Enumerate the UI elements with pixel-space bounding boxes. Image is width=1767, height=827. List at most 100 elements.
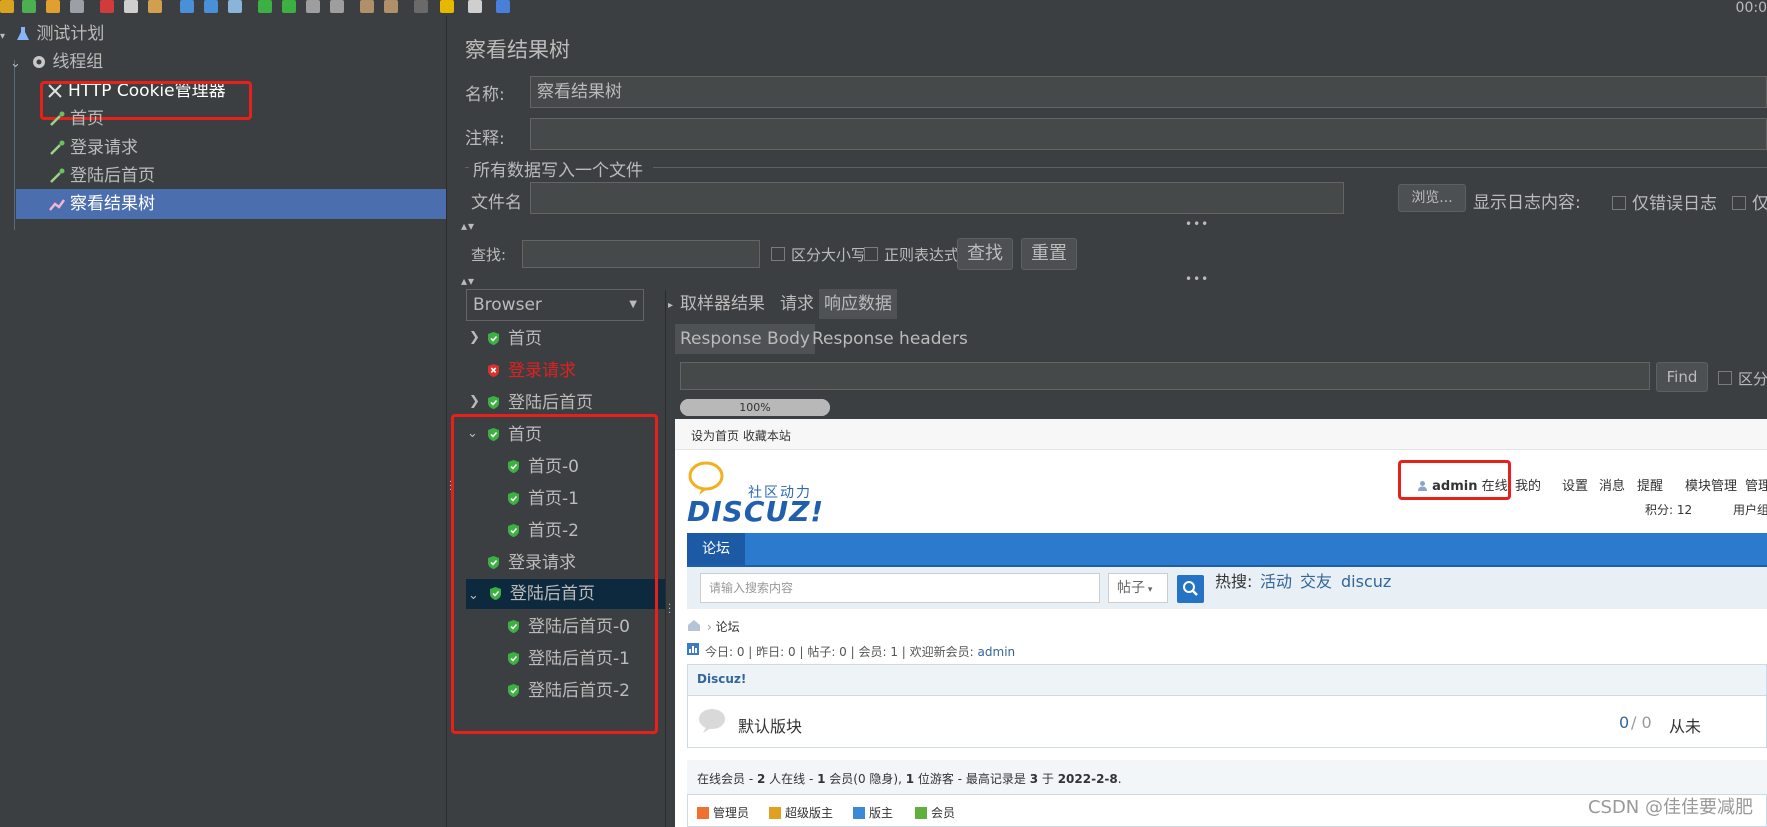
tab-request[interactable]: 请求 <box>775 289 819 319</box>
errors-only-checkbox[interactable]: 仅错误日志 <box>1612 189 1717 214</box>
highlight-box <box>1398 460 1511 500</box>
response-search-input[interactable] <box>680 362 1650 390</box>
checkbox-label: 区分大小写 <box>791 246 867 264</box>
cut-icon[interactable] <box>100 0 114 13</box>
paste-icon[interactable] <box>148 0 162 13</box>
tab-response-body[interactable]: Response Body <box>675 324 815 354</box>
user-menu-admin[interactable]: 管理 <box>1745 475 1767 494</box>
shutdown-icon[interactable] <box>330 0 344 13</box>
result-homepage[interactable]: 首页 <box>487 324 542 354</box>
user-menu-messages[interactable]: 消息 <box>1599 475 1625 494</box>
chevron-down-icon: ▼ <box>629 299 637 310</box>
user-group[interactable]: 用户组 <box>1733 501 1767 518</box>
search-button[interactable] <box>1177 575 1204 603</box>
regex-checkbox[interactable]: 正则表达式 <box>864 244 959 265</box>
search-type-select[interactable]: 帖子 ▾ <box>1108 573 1168 603</box>
tab-response-headers[interactable]: Response headers <box>807 324 973 354</box>
collapse-arrows-icon[interactable]: ▴▾ <box>461 219 475 233</box>
tree-item-label: 登陆后首页 <box>70 166 155 186</box>
response-case-checkbox[interactable]: 区分 <box>1718 368 1767 389</box>
collapse-arrows-icon[interactable]: ▴▾ <box>461 274 475 288</box>
checkbox-box <box>1612 196 1626 210</box>
user-menu-notifications[interactable]: 提醒 <box>1637 475 1663 494</box>
tab-scroll-arrow-icon[interactable]: ▸ <box>668 300 673 311</box>
tab-response-data[interactable]: 响应数据 <box>819 289 897 319</box>
stop-icon[interactable] <box>306 0 320 13</box>
highlight-box <box>451 414 658 734</box>
tab-sampler-result[interactable]: 取样器结果 <box>675 289 770 319</box>
breadcrumb-forum[interactable]: 论坛 <box>716 620 740 634</box>
checkbox-box <box>771 247 785 261</box>
legend-mod: 版主 <box>853 804 893 821</box>
rendered-web-page: 设为首页 收藏本站 社区动力 DISCUZ! admin 在线 我的 设置 消息… <box>675 419 1767 827</box>
filename-label: 文件名 <box>471 193 522 213</box>
help-icon[interactable] <box>496 0 510 13</box>
user-menu-my[interactable]: 我的 <box>1515 475 1541 494</box>
forum-category-header <box>687 664 1767 696</box>
start-icon[interactable] <box>258 0 272 13</box>
result-login-request-failed[interactable]: 登录请求 <box>487 356 576 386</box>
divider-grip-icon[interactable]: ••• <box>1185 217 1209 231</box>
function-helper-icon[interactable] <box>468 0 482 13</box>
hot-search-discuz[interactable]: discuz <box>1341 567 1391 597</box>
filename-input[interactable] <box>530 182 1344 214</box>
reset-button[interactable]: 重置 <box>1021 238 1077 270</box>
divider-grip-icon[interactable]: ••• <box>1185 272 1209 286</box>
nav-forum[interactable]: 论坛 <box>687 533 745 565</box>
legend-super-mod: 超级版主 <box>769 804 833 821</box>
forum-post-count: / 0 <box>1631 713 1652 732</box>
tree-item-thread-group[interactable]: ⌄ 线程组 <box>10 47 103 77</box>
success-only-checkbox[interactable]: 仅 <box>1732 189 1767 214</box>
tree-item-label: 首页 <box>70 109 104 129</box>
comment-input[interactable] <box>530 118 1767 150</box>
chevron-right-icon[interactable]: ❯ <box>469 394 480 409</box>
renderer-select[interactable]: Browser ▼ <box>466 289 644 321</box>
chevron-right-icon[interactable]: ❯ <box>469 330 480 345</box>
hot-search-activity[interactable]: 活动 <box>1260 567 1292 597</box>
tree-item-after-login-homepage[interactable]: 登陆后首页 <box>48 161 155 191</box>
tree-item-test-plan[interactable]: ▾ 测试计划 <box>0 19 104 49</box>
browse-button[interactable]: 浏览... <box>1398 184 1466 212</box>
result-splitter[interactable]: · · · <box>665 290 674 827</box>
response-find-button[interactable]: Find <box>1656 362 1708 392</box>
clear-icon[interactable] <box>360 0 374 13</box>
user-menu-settings[interactable]: 设置 <box>1562 475 1588 494</box>
forum-stats-text: 今日: 0 | 昨日: 0 | 帖子: 0 | 会员: 1 | 欢迎新会员: <box>705 645 974 659</box>
home-icon[interactable] <box>687 619 701 631</box>
collapse-icon[interactable] <box>204 0 218 13</box>
case-sensitive-checkbox[interactable]: 区分大小写 <box>771 244 866 265</box>
user-menu-module-admin[interactable]: 模块管理 <box>1685 475 1737 494</box>
forum-name[interactable]: 默认版块 <box>738 713 802 737</box>
templates-icon[interactable] <box>22 0 36 13</box>
search-input[interactable] <box>522 240 760 268</box>
save-icon[interactable] <box>70 0 84 13</box>
chevron-down-icon: ▾ <box>0 31 6 42</box>
reset-search-icon[interactable] <box>440 0 454 13</box>
forum-row <box>687 696 1767 748</box>
forum-category[interactable]: Discuz! <box>697 672 746 686</box>
open-icon[interactable] <box>46 0 60 13</box>
copy-icon[interactable] <box>124 0 138 13</box>
tree-item-view-results-tree[interactable]: 察看结果树 <box>16 189 446 219</box>
start-no-pause-icon[interactable] <box>282 0 296 13</box>
tree-item-homepage[interactable]: 首页 <box>48 104 104 134</box>
logo-text: DISCUZ! <box>687 495 825 528</box>
search-binoculars-icon[interactable] <box>414 0 428 13</box>
panel-title: 察看结果树 <box>465 38 570 62</box>
new-plan-icon[interactable] <box>0 0 14 13</box>
toggle-icon[interactable] <box>228 0 242 13</box>
forum-search-input[interactable]: 请输入搜索内容 <box>700 573 1100 603</box>
name-input[interactable]: 察看结果树 <box>530 76 1767 108</box>
expand-icon[interactable] <box>180 0 194 13</box>
breadcrumb: › 论坛 <box>707 618 740 635</box>
clear-all-icon[interactable] <box>384 0 398 13</box>
user-points[interactable]: 积分: 12 <box>1645 501 1692 518</box>
pipette-icon <box>50 111 65 126</box>
main-nav <box>687 533 1767 567</box>
tree-item-login-request[interactable]: 登录请求 <box>48 133 138 163</box>
top-links[interactable]: 设为首页 收藏本站 <box>691 427 791 444</box>
find-button[interactable]: 查找 <box>957 238 1013 270</box>
hot-search-friends[interactable]: 交友 <box>1300 567 1332 597</box>
elapsed-time: 00:0 <box>1735 0 1767 16</box>
new-member-link[interactable]: admin <box>978 645 1016 659</box>
